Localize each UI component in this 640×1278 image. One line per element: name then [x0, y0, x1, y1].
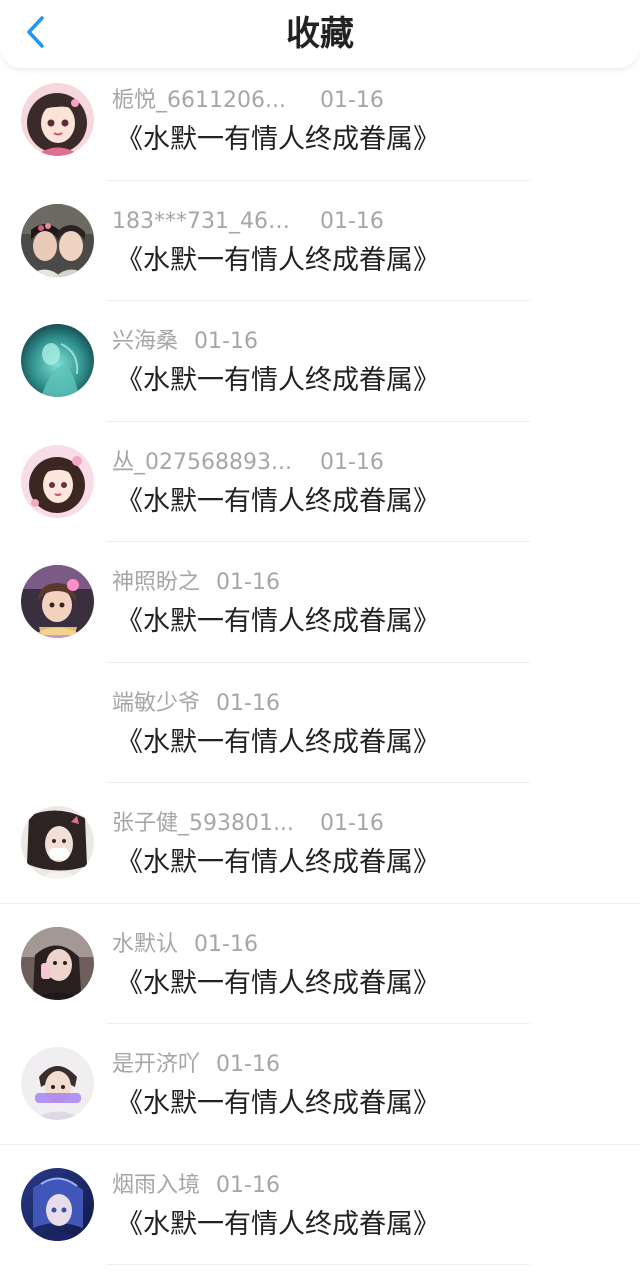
user-name[interactable]: 丛_027568893... [112, 448, 302, 478]
item-title[interactable]: 《水默一有情人终成眷属》 [116, 482, 440, 522]
item-meta: 端敏少爷 01-16 [112, 689, 532, 719]
avatar[interactable] [21, 83, 94, 156]
item-date: 01-16 [216, 1172, 280, 1198]
item-date: 01-16 [320, 208, 384, 234]
avatar[interactable] [21, 806, 94, 879]
item-date: 01-16 [194, 329, 258, 354]
avatar[interactable] [21, 1047, 94, 1120]
item-meta: 183***731_464... 01-16 [112, 207, 532, 237]
page-title: 收藏 [286, 14, 354, 54]
item-title[interactable]: 《水默一有情人终成眷属》 [116, 843, 440, 883]
top-bar: 收藏 [0, 0, 640, 68]
user-name[interactable]: 是开济吖 [112, 1050, 200, 1080]
user-name[interactable]: 栀悦_6611206... [112, 86, 302, 116]
list-item[interactable]: 183***731_464... 01-16 《水默一有情人终成眷属》 [0, 181, 640, 301]
list-item[interactable]: 栀悦_6611206... 01-16 《水默一有情人终成眷属》 [0, 60, 640, 181]
user-name[interactable]: 兴海桑 [112, 327, 178, 357]
item-title[interactable]: 《水默一有情人终成眷属》 [116, 120, 440, 160]
item-meta: 烟雨入境 01-16 [112, 1171, 532, 1201]
user-name[interactable]: 端敏少爷 [112, 689, 200, 719]
avatar[interactable] [21, 324, 94, 397]
item-title[interactable]: 《水默一有情人终成眷属》 [116, 964, 440, 1004]
favorites-list: 栀悦_6611206... 01-16 《水默一有情人终成眷属》 183***7… [0, 60, 640, 1265]
list-item[interactable]: 兴海桑 01-16 《水默一有情人终成眷属》 [0, 301, 640, 422]
item-date: 01-16 [320, 88, 384, 113]
item-date: 01-16 [320, 449, 384, 475]
avatar[interactable] [21, 444, 94, 518]
user-name[interactable]: 神照盼之 [112, 568, 200, 598]
list-item[interactable]: 水默认 01-16 《水默一有情人终成眷属》 [0, 904, 640, 1024]
item-meta: 神照盼之 01-16 [112, 568, 532, 598]
list-item[interactable]: 神照盼之 01-16 《水默一有情人终成眷属》 [0, 542, 640, 663]
item-meta: 栀悦_6611206... 01-16 [112, 86, 532, 116]
item-meta: 水默认 01-16 [112, 930, 532, 960]
avatar[interactable] [21, 926, 94, 1000]
list-item[interactable]: 烟雨入境 01-16 《水默一有情人终成眷属》 [0, 1145, 640, 1265]
user-name[interactable]: 烟雨入境 [112, 1171, 200, 1201]
item-title[interactable]: 《水默一有情人终成眷属》 [116, 361, 440, 401]
list-item[interactable]: 张子健_593801... 01-16 《水默一有情人终成眷属》 [0, 783, 640, 904]
divider [106, 1264, 530, 1265]
item-title[interactable]: 《水默一有情人终成眷属》 [116, 241, 440, 281]
list-item[interactable]: 是开济吖 01-16 《水默一有情人终成眷属》 [0, 1024, 640, 1145]
item-date: 01-16 [194, 931, 258, 957]
item-title[interactable]: 《水默一有情人终成眷属》 [116, 723, 440, 763]
item-date: 01-16 [216, 570, 280, 595]
avatar[interactable] [21, 1167, 94, 1241]
item-title[interactable]: 《水默一有情人终成眷属》 [116, 602, 440, 642]
item-meta: 张子健_593801... 01-16 [112, 809, 532, 839]
item-date: 01-16 [320, 811, 384, 836]
user-name[interactable]: 张子健_593801... [112, 809, 302, 839]
user-name[interactable]: 水默认 [112, 930, 178, 960]
list-item[interactable]: 丛_027568893... 01-16 《水默一有情人终成眷属》 [0, 422, 640, 542]
item-meta: 丛_027568893... 01-16 [112, 448, 532, 478]
avatar[interactable] [21, 565, 94, 638]
user-name[interactable]: 183***731_464... [112, 207, 302, 237]
favorites-page: 收藏 栀悦_6611206... 01-16 《水默一有情人终成眷属》 183*… [0, 0, 640, 1278]
item-title[interactable]: 《水默一有情人终成眷属》 [116, 1084, 440, 1124]
item-date: 01-16 [216, 690, 280, 716]
item-date: 01-16 [216, 1052, 280, 1077]
avatar[interactable] [21, 203, 94, 277]
item-meta: 是开济吖 01-16 [112, 1050, 532, 1080]
item-title[interactable]: 《水默一有情人终成眷属》 [116, 1205, 440, 1245]
list-item[interactable]: 端敏少爷 01-16 《水默一有情人终成眷属》 [0, 663, 640, 783]
item-meta: 兴海桑 01-16 [112, 327, 532, 357]
